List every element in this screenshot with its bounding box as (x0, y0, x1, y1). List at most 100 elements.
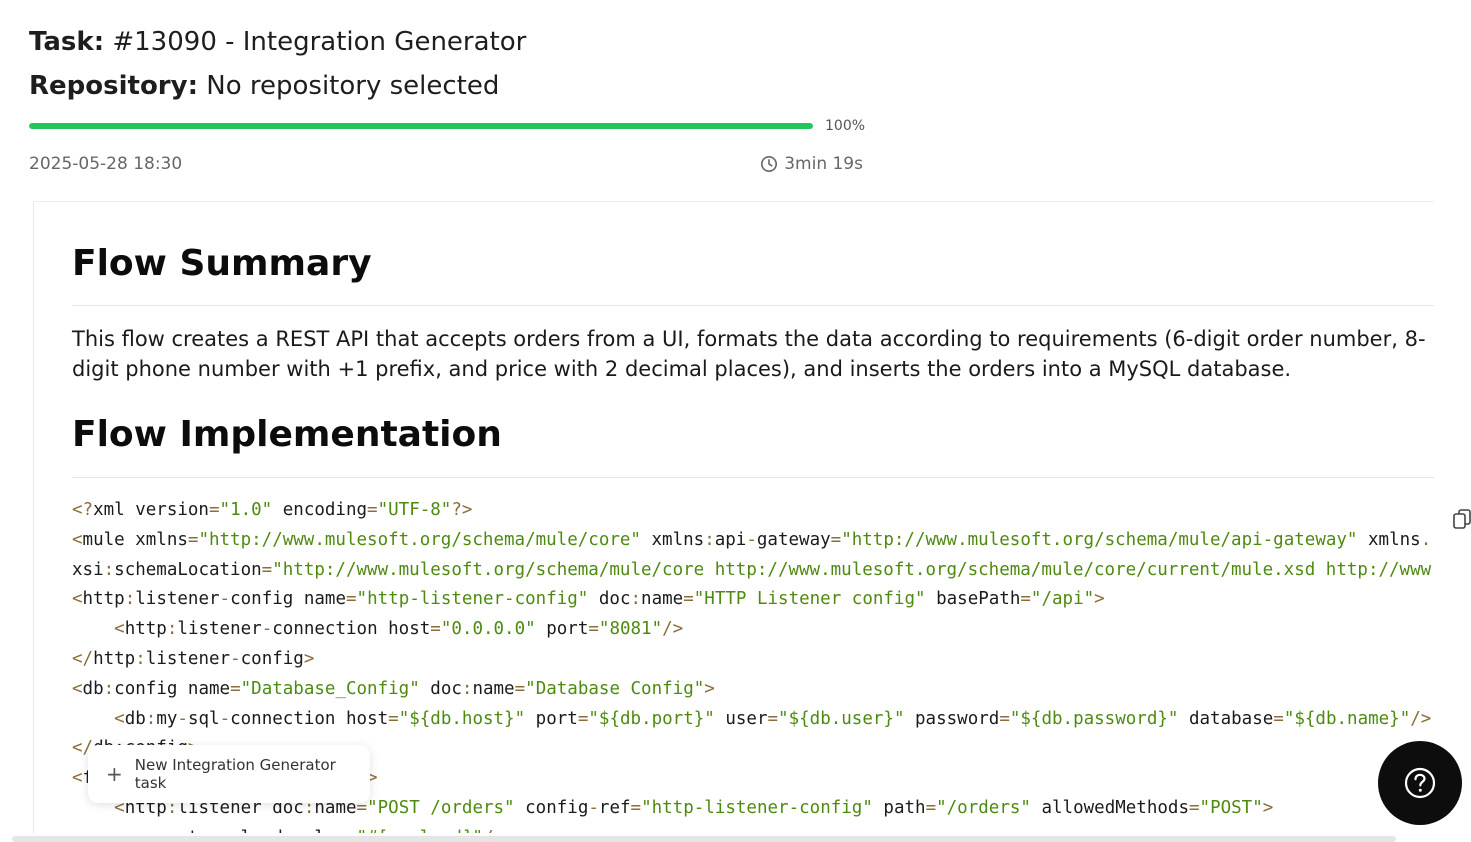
progress-track (29, 123, 813, 129)
help-button[interactable] (1378, 741, 1462, 825)
code-token: "8081" (598, 619, 663, 640)
code-line: <db:config name="Database_Config" doc:na… (72, 675, 1434, 705)
code-token: = (208, 500, 220, 520)
clock-icon (761, 155, 778, 173)
code-token: allowedMethods (1030, 797, 1189, 818)
horizontal-scrollbar[interactable] (12, 836, 1396, 842)
code-token: - (588, 797, 599, 818)
code-token: listener (145, 648, 231, 669)
code-token: - (746, 529, 757, 550)
code-token: sql (187, 708, 220, 729)
code-token: database (1178, 708, 1274, 729)
code-line: <mule xmlns="http://www.mulesoft.org/sch… (72, 526, 1434, 556)
code-token: xmlns (640, 529, 705, 550)
code-token: = (1273, 708, 1284, 729)
code-token: db (124, 708, 146, 729)
code-token: "#[payload]" (357, 828, 483, 833)
code-token: "${db.user}" (778, 708, 905, 729)
code-token: port (535, 619, 589, 640)
code-token: = (430, 619, 441, 640)
code-token: set-payload value (167, 828, 346, 833)
code-token: = (230, 678, 241, 699)
code-token: basePath (925, 589, 1021, 610)
code-token: ?> (451, 500, 473, 520)
code-token: = (261, 559, 273, 580)
progress-percent: 100% (825, 118, 866, 134)
code-token: "${db.password}" (1009, 708, 1179, 729)
progress-row: 100% (29, 116, 869, 136)
code-token: doc (419, 678, 462, 699)
code-token: schemaLocation (114, 559, 262, 580)
code-token: "http://www.mulesoft.org/schema/mule/cor… (198, 529, 641, 550)
task-date: 2025-05-28 18:30 (29, 154, 183, 174)
code-token: < (72, 529, 83, 550)
code-token: "${db.host}" (398, 708, 526, 729)
code-token: port (525, 708, 578, 729)
question-mark-icon (1404, 767, 1436, 799)
code-token: = (346, 828, 357, 833)
code-token: gateway (756, 529, 831, 550)
code-token: http (124, 619, 167, 640)
copy-icon[interactable] (1452, 508, 1471, 530)
code-token: : (704, 529, 715, 550)
code-line: xsi:schemaLocation="http://www.mulesoft.… (72, 556, 1434, 586)
code-token: = (588, 619, 599, 640)
code-token: = (1020, 589, 1031, 610)
code-token: "http://www.mulesoft.org/schema/mule/api… (841, 529, 1358, 550)
duration-text: 3min 19s (784, 154, 863, 174)
code-token: : (103, 559, 115, 580)
code-token: - (177, 708, 188, 729)
code-token: config name (230, 589, 346, 610)
code-token: xmlns (1357, 529, 1421, 550)
code-token: < (72, 589, 83, 610)
code-token: = (830, 529, 842, 550)
code-token: = (767, 708, 779, 729)
code-line: <set-payload value="#[payload]"/> (72, 824, 1434, 833)
code-token: "http://www.mulesoft.org/schema/mule/cor… (272, 559, 1434, 580)
code-token: : (103, 678, 115, 699)
code-token: > (704, 678, 715, 699)
code-token: "/api" (1030, 589, 1095, 610)
code-token: listener (135, 589, 220, 610)
code-token: ref (598, 797, 631, 818)
code-token: = (367, 500, 378, 520)
code-token: - (230, 648, 241, 669)
code-token: = (388, 708, 399, 729)
code-token: : (461, 678, 473, 699)
code-token: xsi (72, 559, 104, 580)
code-token: http (82, 589, 125, 610)
code-token: : (630, 589, 642, 610)
code-token: < (114, 619, 125, 640)
flow-summary-heading: Flow Summary (72, 243, 372, 284)
code-token: xml version (93, 500, 209, 520)
code-token: > (1262, 797, 1274, 818)
code-token: "0.0.0.0" (440, 619, 536, 640)
code-token: < (114, 708, 125, 729)
code-token: - (219, 708, 231, 729)
code-token: : (124, 589, 136, 610)
code-token: /> (1410, 708, 1432, 729)
task-label: Task: (29, 27, 105, 57)
code-token: config name (114, 678, 231, 699)
code-token: doc (588, 589, 631, 610)
code-token: = (187, 529, 199, 550)
code-token: > (1094, 589, 1105, 610)
code-token: name (641, 589, 684, 610)
code-token: = (577, 708, 589, 729)
code-token: "HTTP Listener config" (693, 589, 926, 610)
code-token: < (156, 828, 167, 833)
code-token: - (261, 619, 273, 640)
code-token: api (714, 529, 747, 550)
code-token: "${db.port}" (588, 708, 715, 729)
new-task-button[interactable]: + New Integration Generator task (88, 745, 370, 803)
code-token: = (514, 678, 526, 699)
code-token: = (683, 589, 694, 610)
code-token: = (999, 708, 1010, 729)
repository-label: Repository: (29, 71, 198, 101)
code-line: <db:my-sql-connection host="${db.host}" … (72, 705, 1434, 735)
code-token: connection host (230, 708, 389, 729)
code-token: config (514, 797, 589, 818)
